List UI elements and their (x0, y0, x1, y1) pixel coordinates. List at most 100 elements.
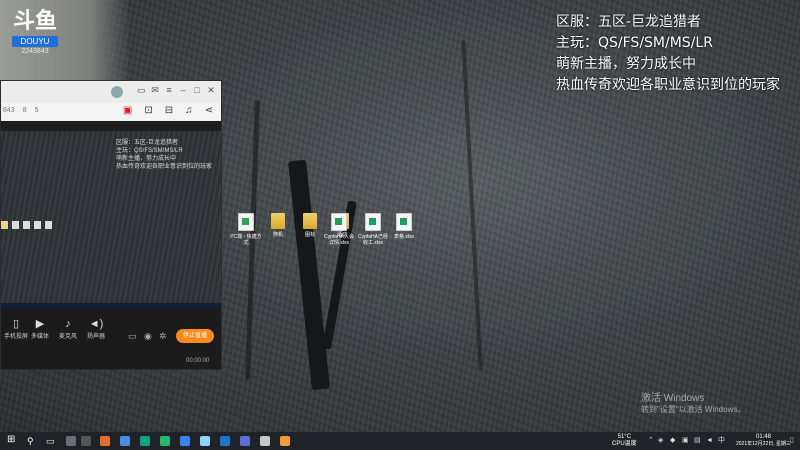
mini-icon (12, 221, 19, 229)
taskbar-app-icon[interactable] (200, 436, 210, 446)
preview-line: 区服：五区-巨龙追猎者 (116, 140, 178, 146)
avatar[interactable] (111, 86, 123, 98)
clock-date: 2021年12月22日, 星期三 (736, 441, 792, 447)
control-media[interactable]: ▶ 多媒体 (25, 318, 55, 340)
preview-desktop-icons (1, 221, 52, 229)
overlay-line-status: 萌新主播，努力成长中 (556, 56, 696, 72)
control-mic[interactable]: ♪ 麦克风 (53, 318, 83, 340)
taskbar-app-icon[interactable] (81, 436, 91, 446)
weather-widget[interactable]: 51°C CPU温度 (612, 434, 637, 448)
weather-temp: 51°C (617, 434, 632, 440)
preview-overlay-text: 区服：五区-巨龙追猎者 主玩：QS/FS/SM/MS/LR 萌新主播，努力成长中… (116, 139, 212, 171)
preview-line: 热血传奇欢迎各职业意识到位的玩家 (116, 164, 213, 170)
desktop-icon[interactable]: PC端 - 快捷方式 (230, 213, 262, 246)
maximize-icon[interactable]: □ (193, 85, 201, 95)
logo-mark: 斗鱼 (12, 9, 57, 34)
room-id: 2243843 (21, 48, 49, 55)
clock[interactable]: 01:48 2021年12月22日, 星期三 (736, 434, 791, 448)
stop-stream-button[interactable]: 停止直播 (176, 329, 214, 343)
preview-line: 主玩：QS/FS/SM/MS/LR (116, 148, 183, 154)
taskbar-app-icon[interactable] (220, 436, 230, 446)
shield-icon[interactable]: ◆ (670, 437, 675, 445)
search-icon[interactable]: ⚲ (27, 436, 37, 446)
control-label: 麦克风 (58, 334, 77, 340)
desktop-icon[interactable]: CypfaHA已经收工.xlsx (357, 213, 389, 246)
control-label: 扬声器 (86, 334, 105, 340)
desktop-icon[interactable]: 随机 (262, 213, 294, 238)
desktop-icon-label: PC端 - 快捷方式 (230, 234, 262, 246)
mic-icon: ♪ (65, 318, 71, 330)
live-timer: 00:00:00 (186, 358, 210, 364)
notification-icon[interactable]: ▯ (790, 437, 794, 445)
spreadsheet-icon (365, 213, 381, 231)
mini-icon (23, 221, 30, 229)
wallpaper-crack (461, 40, 483, 370)
camera-icon[interactable]: ▭ (128, 331, 137, 342)
desktop-icon[interactable]: 表格.xlsx (388, 213, 420, 240)
volume-icon[interactable]: ◄ (706, 437, 713, 445)
wallpaper-crack (288, 159, 330, 391)
stat-viewers: 843 (3, 107, 15, 114)
tray-app-icon[interactable]: ◈ (658, 437, 663, 445)
streaming-app-window[interactable]: ▭ ✉ ≡ – □ ✕ 843 8 5 ▣ ⊡ ⊟ ♫ ⋖ 区服：五区-巨龙追猎… (0, 80, 222, 370)
tray-chevron-icon[interactable]: ⌃ (648, 437, 654, 445)
app-titlebar[interactable]: ▭ ✉ ≡ – □ ✕ (1, 81, 221, 103)
watermark-subtitle: 转到"设置"以激活 Windows。 (641, 405, 746, 414)
gift-icon[interactable]: ▣ (123, 106, 132, 116)
taskbar: ⊞ ⚲ ▭ ⌃ 51°C CPU温度 ◈ ◆ ▣ ▤ ◄ 中 01:48 202… (0, 432, 800, 450)
app-info-bar: 843 8 5 ▣ ⊡ ⊟ ♫ ⋖ (1, 103, 221, 121)
mini-icon (45, 221, 52, 229)
network-icon[interactable]: ▤ (694, 437, 701, 445)
taskbar-app-icon[interactable] (240, 436, 250, 446)
spreadsheet-icon (396, 213, 412, 231)
desktop-icon-label: CypfaHA已经收工.xlsx (357, 234, 388, 246)
stat-gifts: 5 (34, 107, 39, 114)
share-icon[interactable]: ⋖ (205, 106, 213, 116)
stream-info-overlay: 区服：五区-巨龙追猎者 主玩：QS/FS/SM/MS/LR 萌新主播，努力成长中… (556, 12, 780, 96)
douyu-logo: 斗鱼 DOUYU 2243843 (12, 10, 58, 55)
weather-sub: CPU温度 (612, 441, 637, 447)
desktop-icon[interactable]: CypfaHA入会详情.xlsx (323, 213, 355, 246)
shortcut-icon (238, 213, 254, 231)
folder-icon (303, 213, 317, 229)
taskbar-app-icon[interactable] (160, 436, 170, 446)
desktop-icon-label: 表格.xlsx (393, 234, 414, 240)
taskbar-app-icon[interactable] (120, 436, 130, 446)
menu-icon[interactable]: ≡ (165, 85, 173, 95)
spreadsheet-icon (331, 213, 347, 231)
logo-badge: DOUYU (12, 36, 58, 47)
desktop-icon-label: 随机 (272, 232, 283, 238)
package-icon[interactable]: ⊟ (165, 106, 173, 116)
stream-preview[interactable]: 区服：五区-巨龙追猎者 主玩：QS/FS/SM/MS/LR 萌新主播，努力成长中… (1, 131, 221, 308)
control-speaker[interactable]: ◄) 扬声器 (81, 318, 111, 340)
taskbar-app-icon[interactable] (260, 436, 270, 446)
play-icon: ▶ (35, 318, 45, 330)
taskbar-app-icon[interactable] (66, 436, 76, 446)
overlay-line-classes: 主玩：QS/FS/SM/MS/LR (556, 35, 713, 51)
mini-icon (1, 221, 8, 229)
desktop-icon[interactable]: 图标 (294, 213, 326, 238)
ime-icon[interactable]: 中 (718, 437, 725, 445)
gear-icon[interactable]: ✲ (159, 331, 167, 342)
windows-start-icon[interactable]: ⊞ (7, 435, 17, 445)
preview-line: 萌新主播，努力成长中 (116, 156, 177, 162)
taskbar-app-icon[interactable] (180, 436, 190, 446)
eye-icon[interactable]: ◉ (144, 331, 152, 342)
taskbar-app-icon[interactable] (280, 436, 290, 446)
taskbar-app-icon[interactable] (100, 436, 110, 446)
tray-app-icon[interactable]: ▣ (682, 437, 689, 445)
activation-watermark: 激活 Windows 转到"设置"以激活 Windows。 (641, 393, 745, 415)
clock-time: 01:48 (756, 434, 772, 440)
minimize-icon[interactable]: – (179, 85, 187, 95)
desktop-icon-label: CypfaHA入会详情.xlsx (323, 234, 354, 246)
bell-icon[interactable]: ♫ (185, 106, 193, 116)
close-icon[interactable]: ✕ (207, 85, 215, 95)
taskbar-app-icon[interactable] (140, 436, 150, 446)
mini-icon (34, 221, 41, 229)
shop-icon[interactable]: ⊡ (144, 106, 152, 116)
desktop-icon-label: 图标 (304, 232, 315, 238)
skin-icon[interactable]: ▭ (137, 85, 146, 95)
feedback-icon[interactable]: ✉ (151, 85, 159, 95)
folder-icon (271, 213, 285, 229)
task-view-icon[interactable]: ▭ (46, 436, 56, 446)
